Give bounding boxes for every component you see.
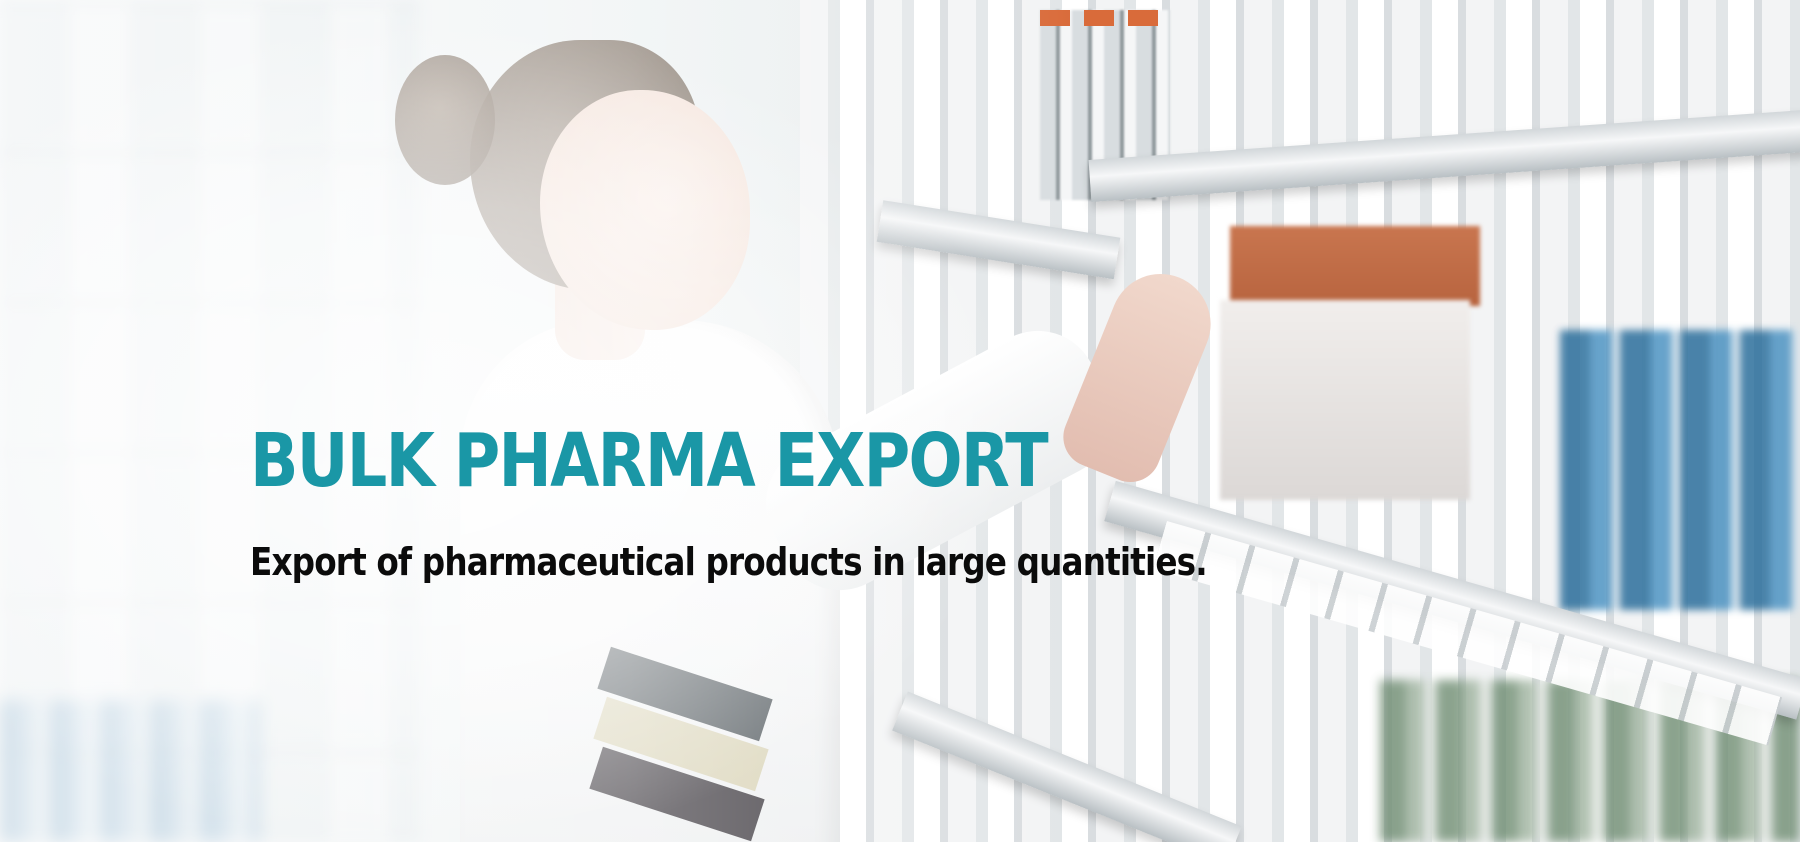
hair-bun: [395, 55, 495, 185]
hero-banner: BULK PHARMA EXPORT Export of pharmaceuti…: [0, 0, 1800, 842]
hero-subline: Export of pharmaceutical products in lar…: [250, 540, 1208, 584]
hero-headline: BULK PHARMA EXPORT: [250, 418, 1049, 504]
